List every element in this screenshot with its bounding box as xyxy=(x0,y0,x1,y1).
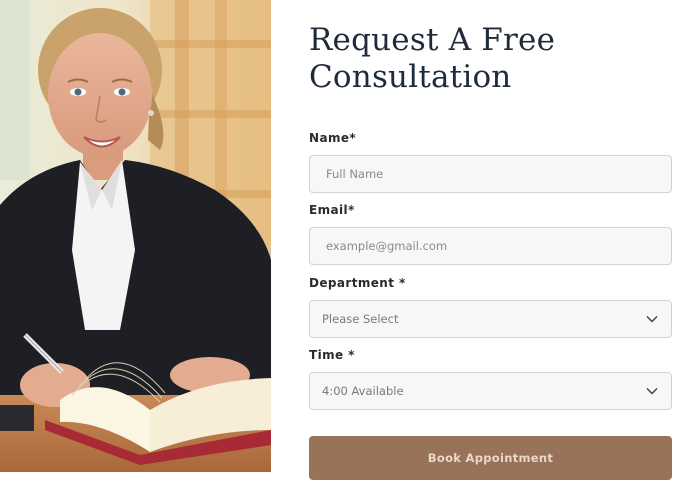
name-input[interactable] xyxy=(309,155,672,193)
form-title-line1: Request A Free xyxy=(309,22,556,58)
time-select-value: 4:00 Available xyxy=(322,384,404,398)
email-label: Email* xyxy=(309,203,355,217)
department-label: Department * xyxy=(309,276,406,290)
chevron-down-icon xyxy=(645,384,659,398)
form-title-line2: Consultation xyxy=(309,59,512,95)
form-title: Request A Free Consultation xyxy=(309,22,672,96)
time-label: Time * xyxy=(309,348,355,362)
consultant-photo xyxy=(0,0,271,472)
department-select[interactable]: Please Select xyxy=(309,300,672,338)
email-input[interactable] xyxy=(309,227,672,265)
chevron-down-icon xyxy=(645,312,659,326)
time-select[interactable]: 4:00 Available xyxy=(309,372,672,410)
department-select-value: Please Select xyxy=(322,312,399,326)
name-label: Name* xyxy=(309,131,357,145)
book-appointment-button[interactable]: Book Appointment xyxy=(309,436,672,480)
